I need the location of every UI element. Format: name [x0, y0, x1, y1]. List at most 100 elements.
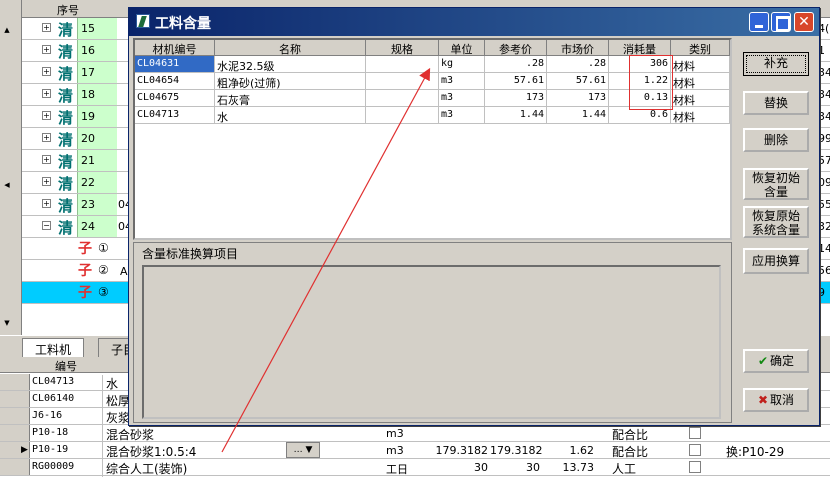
col-name[interactable]: 名称 [215, 40, 366, 56]
bill-mark: 清 [58, 153, 74, 171]
dialog-titlebar[interactable]: 工料含量 ✕ [129, 8, 819, 36]
cell-spec[interactable] [366, 90, 439, 107]
tree-gutter: ▲ ◀ ▼ [0, 0, 22, 335]
scroll-left-icon[interactable]: ◀ [2, 180, 12, 190]
col-market-price[interactable]: 市场价 [547, 40, 609, 56]
restore-initial-label: 恢复初始含量 [752, 171, 801, 199]
row-indicator-icon [0, 408, 30, 424]
expand-icon[interactable]: + [42, 67, 51, 76]
cell-name[interactable]: 石灰膏 [215, 90, 366, 107]
content-grid-header: 材机编号 名称 规格 单位 参考价 市场价 消耗量 类别 [135, 40, 730, 56]
cell-ref-price[interactable]: 173 [485, 90, 547, 107]
material-name[interactable]: 混合砂浆 [102, 426, 322, 443]
row-number: 17 [77, 62, 117, 83]
cell-category[interactable]: 材料 [671, 73, 730, 90]
subitem-index: ② [98, 263, 109, 277]
expand-icon[interactable]: + [42, 177, 51, 186]
cell-material-code[interactable]: CL04675 [135, 90, 215, 107]
conversion-list[interactable] [142, 265, 721, 419]
material-unit: 工日 [386, 463, 408, 476]
quantity-highlight-box [629, 55, 673, 110]
cancel-button[interactable]: ✖ 取消 [743, 388, 809, 412]
cell-material-code[interactable]: CL04654 [135, 73, 215, 90]
replace-button[interactable]: 替换 [743, 91, 809, 115]
bill-mark: 清 [58, 131, 74, 149]
cell-market-price[interactable]: 1.44 [547, 107, 609, 124]
table-row[interactable]: P10-18 混合砂浆 m3 配合比 [0, 425, 830, 443]
cell-market-price[interactable]: 173 [547, 90, 609, 107]
check-icon: ✔ [757, 354, 769, 368]
expand-icon[interactable]: + [42, 23, 51, 32]
minimize-button[interactable] [749, 12, 769, 32]
material-price: 1.62 [569, 444, 595, 457]
cell-ref-price[interactable]: 1.44 [485, 107, 547, 124]
supplement-button[interactable]: 补充 [743, 52, 809, 76]
cell-unit[interactable]: kg [439, 56, 485, 73]
cell-category[interactable]: 材料 [671, 90, 730, 107]
cell-name[interactable]: 水 [215, 107, 366, 124]
cell-unit[interactable]: m3 [439, 73, 485, 90]
delete-button[interactable]: 删除 [743, 128, 809, 152]
cell-unit[interactable]: m3 [439, 90, 485, 107]
expand-icon[interactable]: + [42, 155, 51, 164]
row-indicator-icon [0, 374, 30, 390]
expand-icon[interactable]: + [42, 133, 51, 142]
material-type: 人工 [612, 462, 637, 476]
restore-initial-button[interactable]: 恢复初始含量 [743, 168, 809, 200]
material-code: CL04713 [32, 376, 75, 387]
col-ref-price[interactable]: 参考价 [485, 40, 547, 56]
material-name[interactable]: 综合人工(装饰) [102, 460, 322, 477]
cell-category[interactable]: 材料 [671, 107, 730, 124]
material-code: P10-19 [32, 444, 69, 455]
dialog-title: 工料含量 [155, 16, 211, 32]
row-checkbox[interactable] [689, 427, 701, 439]
table-row[interactable]: RG00009 综合人工(装饰) 工日 30 30 13.73 人工 [0, 459, 830, 477]
cell-ref-price[interactable]: .28 [485, 56, 547, 73]
col-material-code[interactable]: 材机编号 [135, 40, 215, 56]
expand-icon[interactable]: + [42, 199, 51, 208]
collapse-icon[interactable]: − [42, 221, 51, 230]
col-spec[interactable]: 规格 [366, 40, 439, 56]
cell-category[interactable]: 材料 [671, 56, 730, 73]
subitem-index: ① [98, 241, 109, 255]
expand-icon[interactable]: + [42, 111, 51, 120]
conversion-label: 含量标准换算项目 [142, 247, 239, 261]
row-checkbox[interactable] [689, 444, 701, 456]
col-category[interactable]: 类别 [671, 40, 730, 56]
scroll-up-icon[interactable]: ▲ [2, 25, 12, 35]
table-row[interactable]: ▶ P10-19 混合砂浆1:0.5:4 m3 179.3182 179.3182 1.62… [0, 442, 830, 460]
col-quantity[interactable]: 消耗量 [609, 40, 671, 56]
row-indicator-icon: ▶ [0, 442, 30, 458]
cell-ref-price[interactable]: 57.61 [485, 73, 547, 90]
scroll-down-icon[interactable]: ▼ [2, 318, 12, 328]
app-icon [136, 14, 150, 28]
row-checkbox[interactable] [689, 461, 701, 473]
cell-name[interactable]: 水泥32.5级 [215, 56, 366, 73]
col-code-header: 编号 [55, 360, 77, 373]
expand-icon[interactable]: + [42, 89, 51, 98]
cell-market-price[interactable]: .28 [547, 56, 609, 73]
dropdown-button[interactable]: … ▼ [286, 442, 320, 458]
maximize-button[interactable] [771, 12, 791, 32]
cell-material-code[interactable]: CL04713 [135, 107, 215, 124]
row-number: 22 [77, 172, 117, 193]
cell-material-code[interactable]: CL04631 [135, 56, 215, 73]
col-unit[interactable]: 单位 [439, 40, 485, 56]
close-button[interactable]: ✕ [794, 12, 814, 32]
material-content-dialog: 工料含量 ✕ 材机编号 名称 规格 单位 参考价 市场价 消耗量 类别 CL04… [128, 7, 820, 426]
cell-spec[interactable] [366, 56, 439, 73]
bill-mark: 清 [58, 65, 74, 83]
apply-conversion-button[interactable]: 应用换算 [743, 248, 809, 274]
cancel-label: 取消 [770, 393, 795, 407]
bill-mark: 清 [58, 197, 74, 215]
restore-system-button[interactable]: 恢复原始系统含量 [743, 206, 809, 238]
tab-materials[interactable]: 工料机 [22, 338, 85, 357]
bill-mark: 清 [58, 219, 74, 237]
cell-unit[interactable]: m3 [439, 107, 485, 124]
cell-spec[interactable] [366, 73, 439, 90]
cell-market-price[interactable]: 57.61 [547, 73, 609, 90]
expand-icon[interactable]: + [42, 45, 51, 54]
cell-spec[interactable] [366, 107, 439, 124]
ok-button[interactable]: ✔ 确定 [743, 349, 809, 373]
cell-name[interactable]: 粗净砂(过筛) [215, 73, 366, 90]
